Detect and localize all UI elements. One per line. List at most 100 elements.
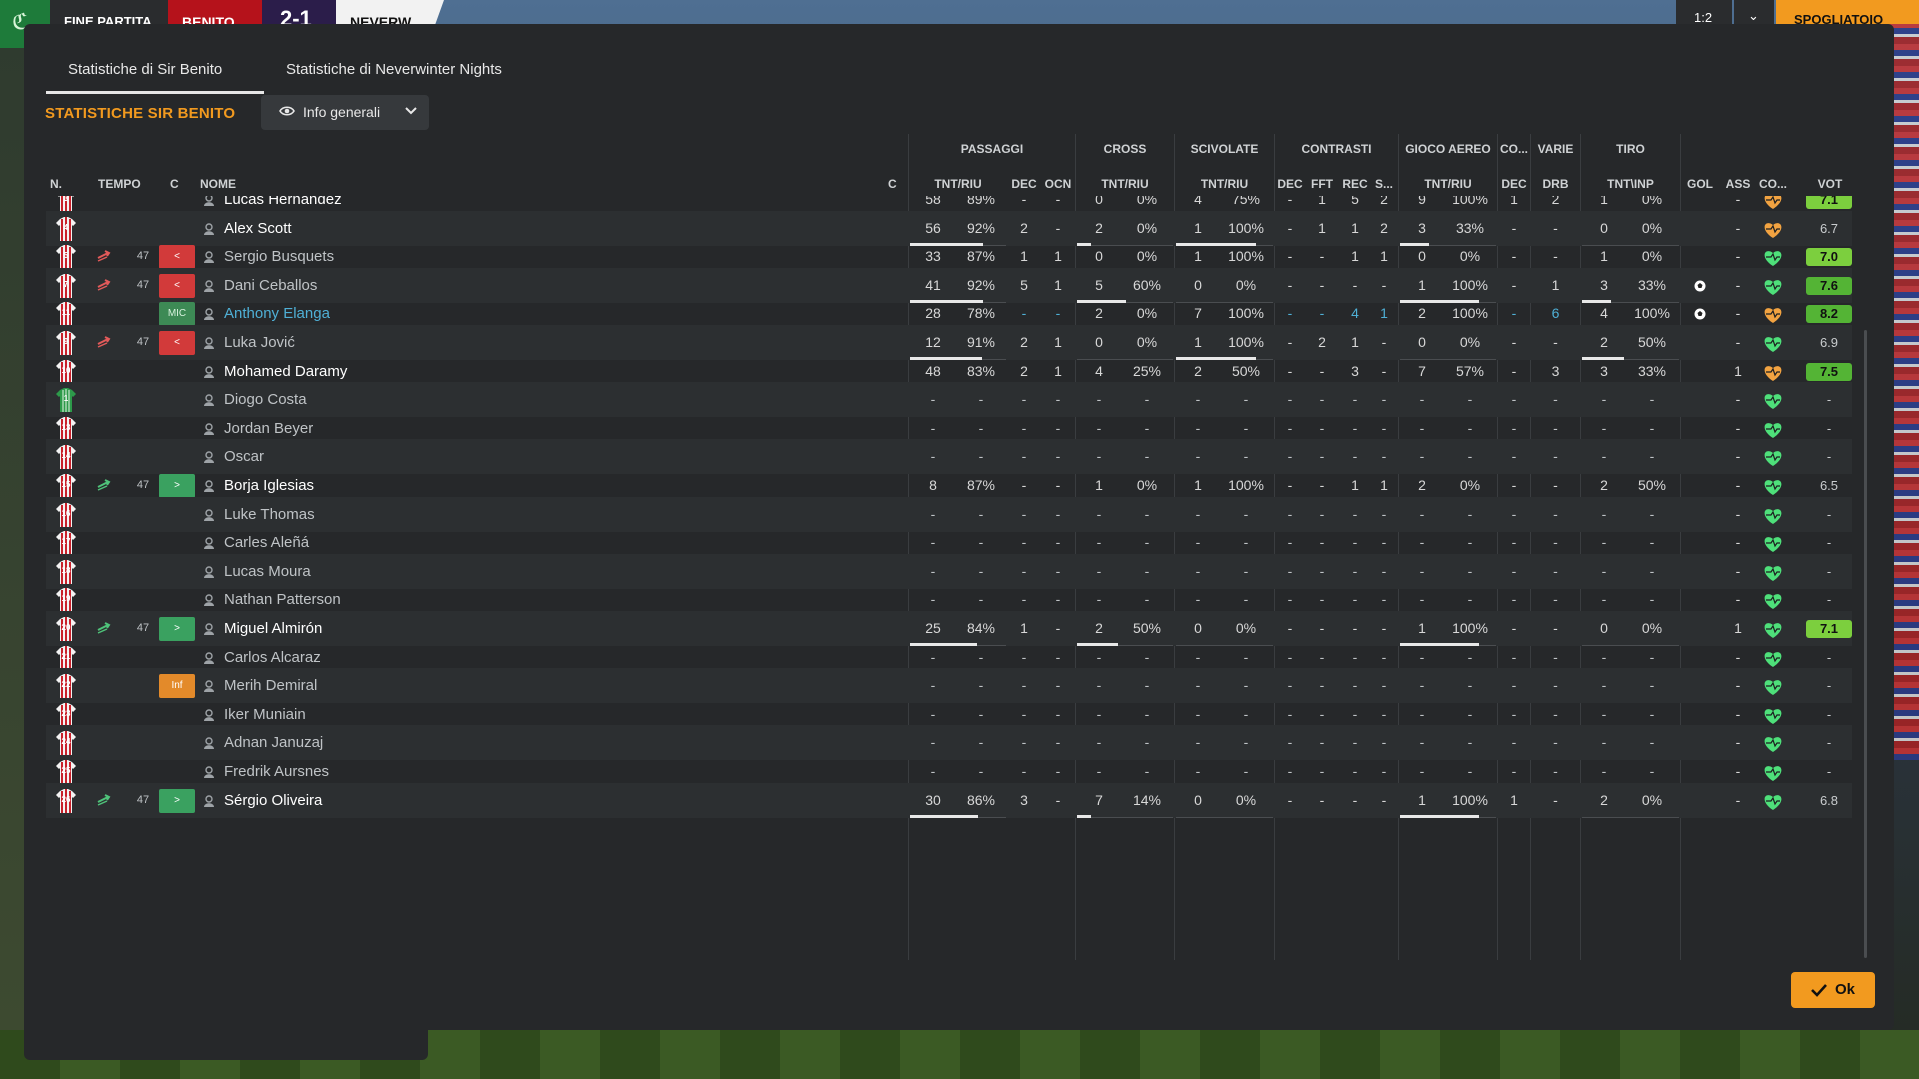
column-header-pass-tnt[interactable]: TNT/RIU <box>910 177 1006 193</box>
column-header-sciv-tnt[interactable]: TNT/RIU <box>1176 177 1273 193</box>
group-header-gioco-aereo[interactable]: GIOCO AEREO <box>1400 142 1496 158</box>
column-header-tiro-tnt[interactable]: TNT\INP <box>1582 177 1679 193</box>
group-header-co[interactable]: CO... <box>1499 142 1529 158</box>
column-header-con-fft[interactable]: FFT <box>1308 177 1336 193</box>
shirt-number: 26 <box>61 794 71 804</box>
player-profile-icon <box>204 394 214 407</box>
dressing-room-button[interactable]: SPOGLIATOIO <box>1776 0 1919 24</box>
group-header-tiro[interactable]: TIRO <box>1582 142 1679 158</box>
tab-away-stats[interactable]: Statistiche di Neverwinter Nights <box>286 58 606 94</box>
group-header-varie[interactable]: VARIE <box>1532 142 1579 158</box>
column-header-c[interactable]: C <box>170 177 179 193</box>
match-rating: - <box>1826 735 1832 751</box>
player-profile-icon <box>204 196 214 206</box>
shirt-number: 19 <box>61 594 71 604</box>
sub-out-badge[interactable]: < <box>159 273 195 298</box>
player-profile-icon <box>204 537 214 550</box>
sub-out-badge[interactable]: < <box>159 245 195 270</box>
stat-cell-a-t: 1 <box>1418 791 1426 808</box>
shirt-number: 11 <box>61 308 71 318</box>
home-team-name[interactable]: BENITO <box>168 0 268 24</box>
away-team-name[interactable]: NEVERW <box>336 0 444 24</box>
sub-out-badge[interactable]: < <box>159 331 195 355</box>
player-profile-icon <box>204 680 214 693</box>
sub-in-badge[interactable]: > <box>159 788 195 813</box>
column-header-ass[interactable]: ASS <box>1720 177 1756 193</box>
match-rating: - <box>1826 449 1832 465</box>
stat-bar-track <box>1582 816 1679 818</box>
chevron-down-icon[interactable]: ⌄ <box>1734 0 1774 24</box>
group-header-passaggi[interactable]: PASSAGGI <box>910 142 1074 158</box>
check-icon <box>1811 984 1827 997</box>
column-header-con-s[interactable]: S... <box>1372 177 1396 193</box>
injury-badge[interactable]: Inf <box>159 674 195 699</box>
substitution-out-icon <box>97 278 111 291</box>
condition-heart-icon <box>1764 394 1782 410</box>
match-rating: 7.0 <box>1806 248 1852 267</box>
player-profile-icon <box>204 508 214 521</box>
player-profile-icon <box>204 280 214 292</box>
match-rating: - <box>1826 706 1832 722</box>
ok-button[interactable]: Ok <box>1791 972 1875 1008</box>
column-header-con-rec[interactable]: REC <box>1340 177 1370 193</box>
group-header-cross[interactable]: CROSS <box>1077 142 1173 158</box>
match-rating: 7.6 <box>1806 276 1852 295</box>
view-dropdown-label: Info generali <box>303 104 381 120</box>
column-header-aereo-tnt[interactable]: TNT/RIU <box>1400 177 1496 193</box>
column-header-c2[interactable]: C <box>888 177 897 193</box>
condition-heart-icon <box>1764 222 1782 238</box>
column-header-nome[interactable]: NOME <box>200 177 236 193</box>
player-name[interactable]: Sérgio Oliveira <box>224 783 322 818</box>
scoreline-button[interactable]: 1:2 <box>1676 0 1732 24</box>
goal-ball-icon <box>1694 280 1706 292</box>
player-profile-icon <box>204 623 214 635</box>
column-header-cross-tnt[interactable]: TNT/RIU <box>1077 177 1173 193</box>
player-profile-icon <box>204 251 214 264</box>
column-header-vot[interactable]: VOT <box>1800 177 1860 193</box>
column-header-co-dec[interactable]: DEC <box>1499 177 1529 193</box>
stat-success-bar <box>1077 814 1091 818</box>
match-rating: 6.7 <box>1819 220 1839 236</box>
column-header-pass-ocn[interactable]: OCN <box>1042 177 1074 193</box>
stat-cell-c-rec: - <box>1352 791 1358 808</box>
match-rating: 6.5 <box>1819 478 1839 493</box>
column-header-co[interactable]: CO... <box>1756 177 1790 193</box>
table-scrollbar[interactable] <box>1864 330 1867 958</box>
condition-heart-icon <box>1764 337 1782 352</box>
player-profile-icon <box>204 451 214 464</box>
match-rating: 8.2 <box>1806 305 1852 324</box>
match-score: 2-1 <box>262 0 342 24</box>
stat-cell-sc-p: 0% <box>1235 791 1257 808</box>
substitution-out-icon <box>97 336 111 348</box>
group-header-contrasti[interactable]: CONTRASTI <box>1276 142 1397 158</box>
stat-bar-track <box>1176 816 1273 818</box>
column-header-gol[interactable]: GOL <box>1682 177 1718 193</box>
player-profile-icon <box>204 480 214 492</box>
shirt-number: 20 <box>61 623 71 632</box>
shirt-number: 24 <box>61 737 71 747</box>
stat-cell-c-fft: - <box>1319 791 1325 808</box>
stat-cell-cr-p: 14% <box>1132 791 1162 808</box>
position-badge[interactable]: MIC <box>159 302 195 327</box>
group-header-scivolate[interactable]: SCIVOLATE <box>1176 142 1273 158</box>
column-header-con-dec[interactable]: DEC <box>1276 177 1304 193</box>
column-header-pass-dec[interactable]: DEC <box>1008 177 1040 193</box>
stat-cell-sc-t: 0 <box>1194 791 1202 808</box>
table-row[interactable]: 26 47 > Sérgio Oliveira 30 86% 3 - 7 14% 0 0% - - - - 1 1… <box>46 782 1852 818</box>
stat-cell-a-p: 100% <box>1452 791 1488 808</box>
sub-in-badge[interactable]: > <box>159 617 195 641</box>
column-header-number[interactable]: N. <box>50 177 62 193</box>
match-rating: 7.5 <box>1806 362 1852 381</box>
stat-cell-drb: - <box>1553 791 1558 808</box>
substitution-minute: 47 <box>136 793 150 806</box>
condition-heart-icon <box>1764 508 1782 524</box>
tab-home-stats[interactable]: Statistiche di Sir Benito <box>46 58 264 94</box>
match-rating: - <box>1826 678 1832 694</box>
view-dropdown[interactable]: Info generali <box>261 95 429 130</box>
shirt-number: 5 <box>63 251 69 261</box>
shirt-number: 25 <box>61 766 71 775</box>
column-header-drb[interactable]: DRB <box>1532 177 1579 193</box>
player-profile-icon <box>204 709 214 721</box>
column-header-tempo[interactable]: TEMPO <box>98 177 141 193</box>
sub-in-badge[interactable]: > <box>159 474 195 498</box>
